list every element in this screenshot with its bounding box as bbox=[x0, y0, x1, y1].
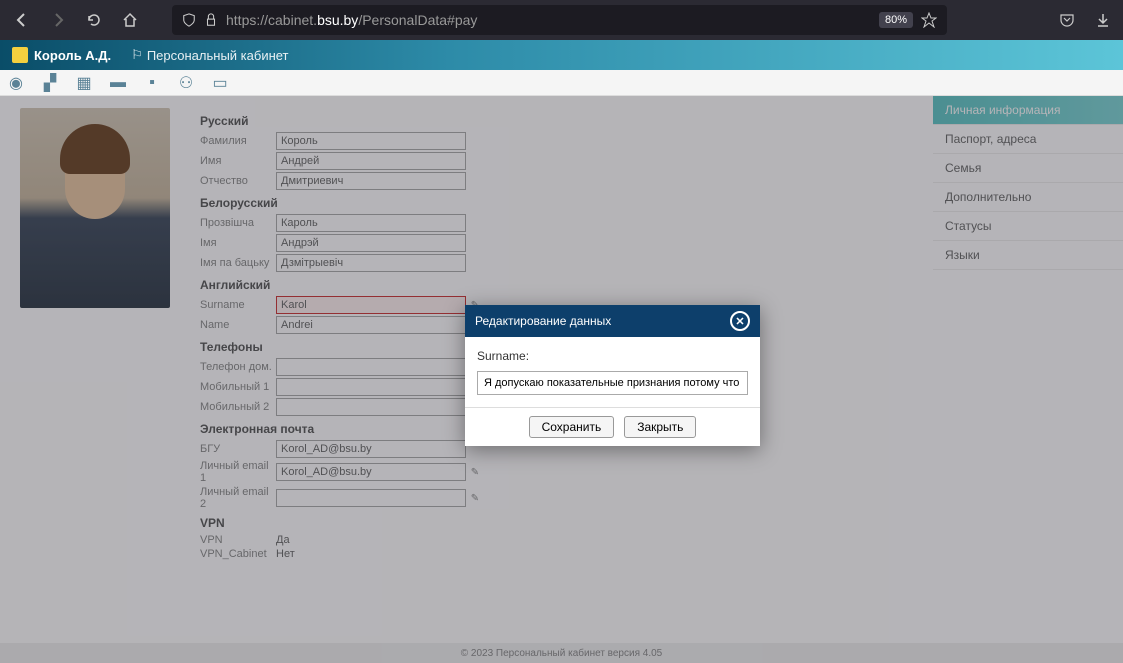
modal-header: Редактирование данных ✕ bbox=[465, 305, 760, 337]
value-vpn: Да bbox=[276, 534, 290, 546]
tool-briefcase-icon[interactable]: ▬ bbox=[110, 75, 126, 91]
footer: © 2023 Персональный кабинет версия 4.05 bbox=[0, 643, 1123, 663]
url-bar[interactable]: https://cabinet.bsu.by/PersonalData#pay … bbox=[172, 5, 947, 35]
modal-field-label: Surname: bbox=[477, 349, 748, 363]
label-en-surname: Surname bbox=[200, 299, 276, 311]
app-header: Король А.Д. ⚐ Персональный кабинет bbox=[0, 40, 1123, 70]
user-badge[interactable]: Король А.Д. bbox=[12, 47, 111, 63]
shield-icon bbox=[182, 13, 196, 27]
back-button[interactable] bbox=[8, 6, 36, 34]
tool-building-icon[interactable]: ▦ bbox=[76, 75, 92, 91]
input-be-surname[interactable] bbox=[276, 214, 466, 232]
input-email-p2[interactable] bbox=[276, 489, 466, 507]
edit-icon[interactable]: ✎ bbox=[468, 491, 482, 505]
edit-modal: Редактирование данных ✕ Surname: Сохрани… bbox=[465, 305, 760, 446]
input-ru-name[interactable] bbox=[276, 152, 466, 170]
footer-center: © 2023 Персональный кабинет версия 4.05 bbox=[461, 648, 663, 659]
section-vpn: VPN bbox=[200, 516, 913, 530]
people-icon: ⚐ bbox=[131, 47, 143, 63]
browser-toolbar: https://cabinet.bsu.by/PersonalData#pay … bbox=[0, 0, 1123, 40]
nav-cabinet[interactable]: ⚐ Персональный кабинет bbox=[131, 47, 288, 63]
pocket-icon[interactable] bbox=[1055, 8, 1079, 32]
reload-button[interactable] bbox=[80, 6, 108, 34]
section-english: Английский bbox=[200, 278, 913, 292]
input-email-p1[interactable] bbox=[276, 463, 466, 481]
label-phone-m1: Мобильный 1 bbox=[200, 381, 276, 393]
sidebar-item-languages[interactable]: Языки bbox=[933, 241, 1123, 270]
lock-icon bbox=[204, 13, 218, 27]
close-button[interactable]: Закрыть bbox=[624, 416, 696, 438]
input-ru-surname[interactable] bbox=[276, 132, 466, 150]
input-be-name[interactable] bbox=[276, 234, 466, 252]
label-be-patronymic: Імя па бацьку bbox=[200, 257, 276, 269]
label-ru-name: Имя bbox=[200, 155, 276, 167]
modal-close-button[interactable]: ✕ bbox=[730, 311, 750, 331]
download-icon[interactable] bbox=[1091, 8, 1115, 32]
tool-id-icon[interactable]: ▭ bbox=[212, 75, 228, 91]
label-email-p2: Личный email 2 bbox=[200, 486, 276, 510]
label-vpn: VPN bbox=[200, 534, 276, 546]
tool-folder-icon[interactable]: ▪ bbox=[144, 75, 160, 91]
input-phone-home[interactable] bbox=[276, 358, 466, 376]
sidebar: Личная информация Паспорт, адреса Семья … bbox=[933, 96, 1123, 643]
tool-chart-icon[interactable]: ▞ bbox=[42, 75, 58, 91]
close-icon: ✕ bbox=[735, 315, 744, 328]
modal-body: Surname: bbox=[465, 337, 760, 407]
url-text: https://cabinet.bsu.by/PersonalData#pay bbox=[226, 12, 871, 28]
user-name: Король А.Д. bbox=[34, 48, 111, 63]
input-phone-m2[interactable] bbox=[276, 398, 466, 416]
modal-field-input[interactable] bbox=[477, 371, 748, 395]
sidebar-item-family[interactable]: Семья bbox=[933, 154, 1123, 183]
forward-button[interactable] bbox=[44, 6, 72, 34]
home-button[interactable] bbox=[116, 6, 144, 34]
input-email-bsu[interactable] bbox=[276, 440, 466, 458]
section-russian: Русский bbox=[200, 114, 913, 128]
label-phone-home: Телефон дом. bbox=[200, 361, 276, 373]
input-en-surname[interactable] bbox=[276, 296, 466, 314]
label-be-surname: Прозвішча bbox=[200, 217, 276, 229]
label-email-bsu: БГУ bbox=[200, 443, 276, 455]
label-en-name: Name bbox=[200, 319, 276, 331]
label-vpn-cabinet: VPN_Cabinet bbox=[200, 548, 276, 560]
toolbar: ◉ ▞ ▦ ▬ ▪ ⚇ ▭ bbox=[0, 70, 1123, 96]
input-phone-m1[interactable] bbox=[276, 378, 466, 396]
zoom-badge[interactable]: 80% bbox=[879, 12, 913, 28]
label-ru-surname: Фамилия bbox=[200, 135, 276, 147]
value-vpn-cabinet: Нет bbox=[276, 548, 295, 560]
input-ru-patronymic[interactable] bbox=[276, 172, 466, 190]
sidebar-item-passport[interactable]: Паспорт, адреса bbox=[933, 125, 1123, 154]
save-button[interactable]: Сохранить bbox=[529, 416, 615, 438]
sidebar-item-status[interactable]: Статусы bbox=[933, 212, 1123, 241]
profile-photo bbox=[20, 108, 170, 308]
input-be-patronymic[interactable] bbox=[276, 254, 466, 272]
edit-icon[interactable]: ✎ bbox=[468, 465, 482, 479]
modal-footer: Сохранить Закрыть bbox=[465, 407, 760, 446]
label-email-p1: Личный email 1 bbox=[200, 460, 276, 484]
star-icon[interactable] bbox=[921, 12, 937, 28]
input-en-name[interactable] bbox=[276, 316, 466, 334]
section-belarusian: Белорусский bbox=[200, 196, 913, 210]
tool-fingerprint-icon[interactable]: ◉ bbox=[8, 75, 24, 91]
modal-title: Редактирование данных bbox=[475, 314, 611, 328]
label-phone-m2: Мобильный 2 bbox=[200, 401, 276, 413]
sidebar-item-extra[interactable]: Дополнительно bbox=[933, 183, 1123, 212]
label-ru-patronymic: Отчество bbox=[200, 175, 276, 187]
sidebar-item-personal[interactable]: Личная информация bbox=[933, 96, 1123, 125]
tool-team-icon[interactable]: ⚇ bbox=[178, 75, 194, 91]
label-be-name: Імя bbox=[200, 237, 276, 249]
user-avatar-icon bbox=[12, 47, 28, 63]
